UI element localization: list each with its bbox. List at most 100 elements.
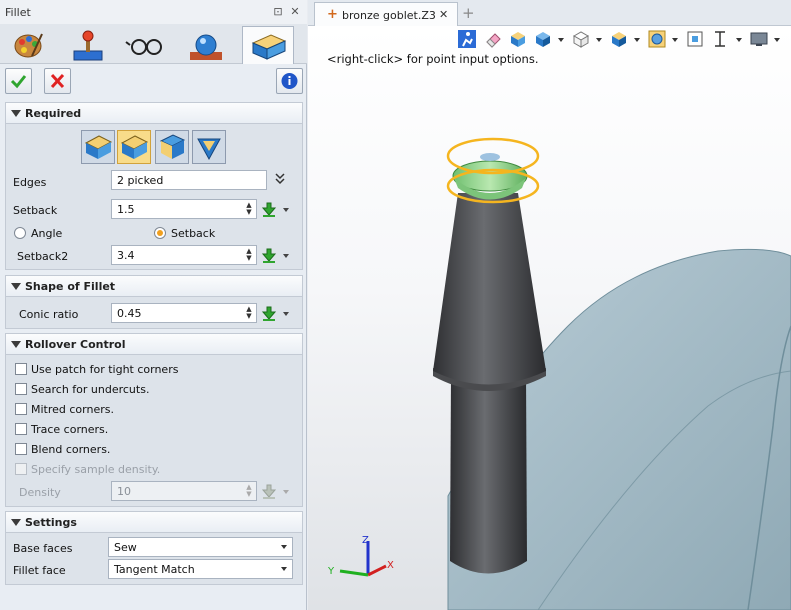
base-faces-select[interactable]: Sew — [108, 537, 293, 557]
fillet-type-face-icon — [159, 134, 186, 159]
tab-fillet[interactable] — [242, 26, 294, 64]
fillet-type-vertex-button[interactable] — [192, 130, 226, 164]
required-heading: Required — [25, 107, 82, 120]
use-patch-checkbox[interactable] — [15, 363, 27, 375]
setback-radio-label: Setback — [171, 227, 216, 240]
mitred-corners-checkbox[interactable] — [15, 403, 27, 415]
fillet-face-select[interactable]: Tangent Match — [108, 559, 293, 579]
prompt-hint: <right-click> for point input options. — [327, 52, 539, 66]
cancel-button[interactable] — [44, 68, 71, 94]
eraser-icon[interactable] — [484, 30, 502, 48]
fillet-type-variable-icon — [120, 135, 149, 159]
cursor-icon[interactable] — [711, 30, 729, 48]
dropdown-arrow-icon[interactable] — [736, 38, 742, 42]
setback-field[interactable]: 1.5 ▲ ▼ — [111, 199, 257, 219]
fillet-block-icon — [251, 34, 287, 60]
dropdown-arrow-icon — [281, 545, 287, 549]
required-section-header[interactable]: Required — [5, 102, 303, 124]
tab-joystick[interactable] — [62, 26, 114, 64]
density-label: Density — [19, 486, 61, 499]
close-tab-icon[interactable]: ✕ — [439, 8, 448, 21]
fillet-type-variable-button[interactable] — [117, 130, 151, 164]
use-patch-label: Use patch for tight corners — [31, 363, 179, 376]
pick-point-icon[interactable] — [261, 247, 277, 265]
conic-ratio-field[interactable]: 0.45 ▲ ▼ — [111, 303, 257, 323]
setback-value: 1.5 — [117, 203, 135, 216]
edges-label: Edges — [13, 176, 47, 189]
box-wire-icon[interactable] — [572, 30, 590, 48]
box-filled-icon[interactable] — [509, 30, 527, 48]
fillet-type-constant-icon — [84, 135, 113, 159]
joystick-icon — [73, 30, 103, 61]
stem-cone — [433, 193, 546, 385]
settings-section-header[interactable]: Settings — [5, 511, 303, 533]
rollover-heading: Rollover Control — [25, 338, 126, 351]
pick-dropdown-icon[interactable] — [283, 208, 289, 212]
x-axis-label: X — [387, 560, 394, 571]
z-axis-label: Z — [362, 535, 369, 546]
gear-frame-icon[interactable] — [648, 30, 666, 48]
sample-density-checkbox — [15, 463, 27, 475]
double-chevron-down-icon[interactable] — [274, 172, 286, 186]
box-shaded-icon[interactable] — [534, 30, 552, 48]
tab-paint-palette[interactable] — [2, 26, 54, 64]
dropdown-arrow-icon[interactable] — [596, 38, 602, 42]
density-field: 10 ▲ ▼ — [111, 481, 257, 501]
fillet-type-constant-button[interactable] — [81, 130, 115, 164]
setback2-field[interactable]: 3.4 ▲ ▼ — [111, 245, 257, 265]
dropdown-arrow-icon[interactable] — [774, 38, 780, 42]
tab-bronze-goblet[interactable]: + bronze goblet.Z3 ✕ — [314, 2, 458, 26]
pick-point-icon[interactable] — [261, 305, 277, 323]
settings-heading: Settings — [25, 516, 77, 529]
pin-icon[interactable]: ⊡ — [272, 6, 284, 18]
pick-dropdown-icon[interactable] — [283, 312, 289, 316]
checkmark-icon — [10, 75, 27, 89]
blend-corners-checkbox[interactable] — [15, 443, 27, 455]
new-tab-icon[interactable]: + — [462, 4, 475, 22]
setback2-label: Setback2 — [17, 250, 69, 263]
stem-lower — [450, 374, 527, 574]
dropdown-arrow-icon[interactable] — [558, 38, 564, 42]
info-icon — [281, 73, 298, 89]
pick-dropdown-icon — [283, 490, 289, 494]
setback-radio[interactable] — [154, 227, 166, 239]
fillet-panel: Fillet ⊡ ✕ Required Edges 2 picked Setba… — [0, 0, 307, 610]
rollover-section-header[interactable]: Rollover Control — [5, 333, 303, 355]
pick-point-icon — [261, 484, 277, 499]
eyeglasses-icon — [125, 39, 162, 55]
setback-label: Setback — [13, 204, 58, 217]
run-icon[interactable] — [458, 30, 476, 48]
tab-render[interactable] — [180, 26, 232, 64]
sample-density-label: Specify sample density. — [31, 463, 161, 476]
fillet-type-face-button[interactable] — [155, 130, 189, 164]
panel-titlebar: Fillet ⊡ ✕ — [0, 0, 307, 24]
view-toolbar — [308, 26, 791, 52]
conic-ratio-value: 0.45 — [117, 307, 142, 320]
box-view-icon[interactable] — [610, 30, 628, 48]
pick-dropdown-icon[interactable] — [283, 254, 289, 258]
close-icon[interactable]: ✕ — [289, 6, 301, 18]
3d-viewport[interactable]: Z X Y <right-click> for point input opti… — [308, 26, 791, 610]
tab-eyeglasses[interactable] — [120, 26, 172, 64]
angle-radio[interactable] — [14, 227, 26, 239]
fit-icon[interactable] — [686, 30, 704, 48]
fillet-face-label: Fillet face — [13, 564, 66, 577]
pick-point-icon[interactable] — [261, 201, 277, 219]
spin-arrows-icon[interactable]: ▲ ▼ — [244, 248, 254, 262]
dropdown-arrow-icon[interactable] — [634, 38, 640, 42]
shape-section-header[interactable]: Shape of Fillet — [5, 275, 303, 297]
spin-arrows-icon[interactable]: ▲ ▼ — [244, 306, 254, 320]
collapse-triangle-icon — [11, 283, 21, 290]
trace-corners-checkbox[interactable] — [15, 423, 27, 435]
search-undercuts-checkbox[interactable] — [15, 383, 27, 395]
document-tabbar: + bronze goblet.Z3 ✕ + — [308, 0, 791, 26]
fillet-type-vertex-icon — [197, 138, 221, 161]
dropdown-arrow-icon[interactable] — [672, 38, 678, 42]
fillet-face-value: Tangent Match — [114, 563, 195, 576]
monitor-icon[interactable] — [750, 30, 768, 48]
edges-field[interactable]: 2 picked — [111, 170, 267, 190]
ok-button[interactable] — [5, 68, 32, 94]
info-button[interactable] — [276, 68, 303, 94]
spin-arrows-icon[interactable]: ▲ ▼ — [244, 202, 254, 216]
collapse-triangle-icon — [11, 110, 21, 117]
